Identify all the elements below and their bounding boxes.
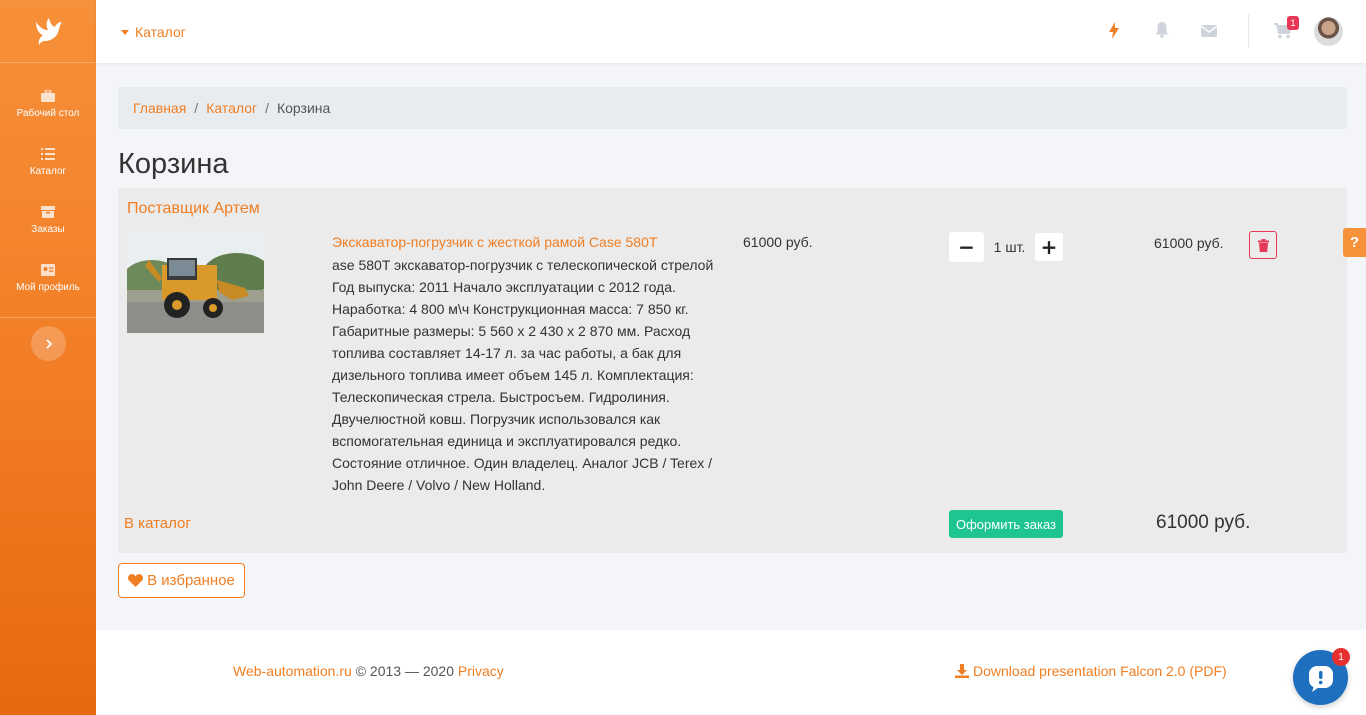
sidebar-item-label: Рабочий стол: [16, 107, 80, 119]
topbar-divider: [1248, 14, 1249, 48]
catalog-dropdown[interactable]: Каталог: [121, 24, 186, 40]
bird-logo[interactable]: [0, 0, 96, 63]
excavator-photo: [127, 230, 264, 333]
line-total: 61000 руб.: [1154, 235, 1224, 251]
add-to-favorites-button[interactable]: В избранное: [118, 563, 245, 598]
chat-bubble-icon: [1308, 665, 1333, 692]
footer: Web-automation.ru © 2013 — 2020 Privacy …: [96, 630, 1366, 715]
breadcrumb-home[interactable]: Главная: [133, 100, 186, 116]
copyright-text: © 2013 — 2020: [351, 663, 458, 679]
product-title-link[interactable]: Экскаватор-погрузчик с жесткой рамой Cas…: [332, 234, 657, 250]
decrease-quantity-button[interactable]: −: [949, 232, 984, 262]
footer-copyright: Web-automation.ru © 2013 — 2020 Privacy: [233, 663, 504, 679]
favorites-label: В избранное: [147, 572, 235, 589]
sidebar-expand-button[interactable]: [31, 326, 66, 361]
help-tab[interactable]: ?: [1343, 228, 1366, 257]
cart-count-badge: 1: [1287, 16, 1299, 30]
delete-item-button[interactable]: [1249, 231, 1277, 259]
checkout-button[interactable]: Оформить заказ: [949, 510, 1063, 538]
sidebar-item-dashboard[interactable]: Рабочий стол: [0, 75, 96, 133]
sidebar-item-label: Каталог: [29, 165, 67, 177]
page-title: Корзина: [118, 148, 229, 180]
product-description: ase 580T экскаватор-погрузчик с телескоп…: [332, 257, 714, 493]
product-image[interactable]: [127, 230, 264, 333]
quantity-value: 1 шт.: [993, 239, 1026, 255]
download-presentation-link[interactable]: Download presentation Falcon 2.0 (PDF): [955, 663, 1227, 679]
sidebar-item-label: Мой профиль: [16, 281, 80, 293]
trash-icon: [1257, 238, 1269, 252]
briefcase-icon: [41, 89, 55, 102]
chat-notification-badge: 1: [1332, 648, 1350, 666]
download-icon: [955, 664, 969, 678]
envelope-icon[interactable]: [1201, 25, 1217, 37]
heart-icon: [128, 574, 144, 587]
chevron-right-icon: [45, 338, 52, 349]
sidebar-item-label: Заказы: [31, 223, 65, 235]
catalog-dropdown-label: Каталог: [135, 24, 186, 40]
caret-down-icon: [121, 29, 129, 35]
quantity-stepper: − 1 шт. +: [949, 232, 1063, 262]
bolt-icon[interactable]: [1109, 22, 1119, 39]
bird-logo-icon: [36, 18, 62, 45]
site-link[interactable]: Web-automation.ru: [233, 663, 352, 679]
box-icon: [41, 205, 55, 218]
bell-icon[interactable]: [1155, 22, 1169, 38]
sidebar-item-profile[interactable]: Мой профиль: [0, 249, 96, 307]
topbar: Каталог 1: [96, 0, 1366, 63]
supplier-link[interactable]: Поставщик Артем: [127, 200, 260, 218]
breadcrumb-current: Корзина: [276, 100, 331, 116]
breadcrumb: Главная / Каталог / Корзина: [118, 87, 1347, 129]
breadcrumb-separator: /: [194, 100, 199, 116]
cart-card: Поставщик Артем Экскаватор-погрузчик с ж…: [118, 188, 1347, 553]
back-to-catalog-link[interactable]: В каталог: [124, 515, 191, 532]
avatar[interactable]: [1314, 17, 1343, 46]
breadcrumb-separator: /: [265, 100, 269, 116]
sidebar-item-catalog[interactable]: Каталог: [0, 133, 96, 191]
id-card-icon: [41, 263, 55, 276]
download-label: Download presentation Falcon 2.0 (PDF): [973, 663, 1227, 679]
list-icon: [41, 147, 55, 160]
breadcrumb-catalog[interactable]: Каталог: [206, 100, 257, 116]
cart-total: 61000 руб.: [1156, 512, 1251, 533]
sidebar-item-orders[interactable]: Заказы: [0, 191, 96, 249]
privacy-link[interactable]: Privacy: [458, 663, 504, 679]
increase-quantity-button[interactable]: +: [1035, 233, 1063, 261]
sidebar: Рабочий стол Каталог Заказы Мой профиль: [0, 0, 96, 715]
unit-price: 61000 руб.: [743, 234, 813, 250]
